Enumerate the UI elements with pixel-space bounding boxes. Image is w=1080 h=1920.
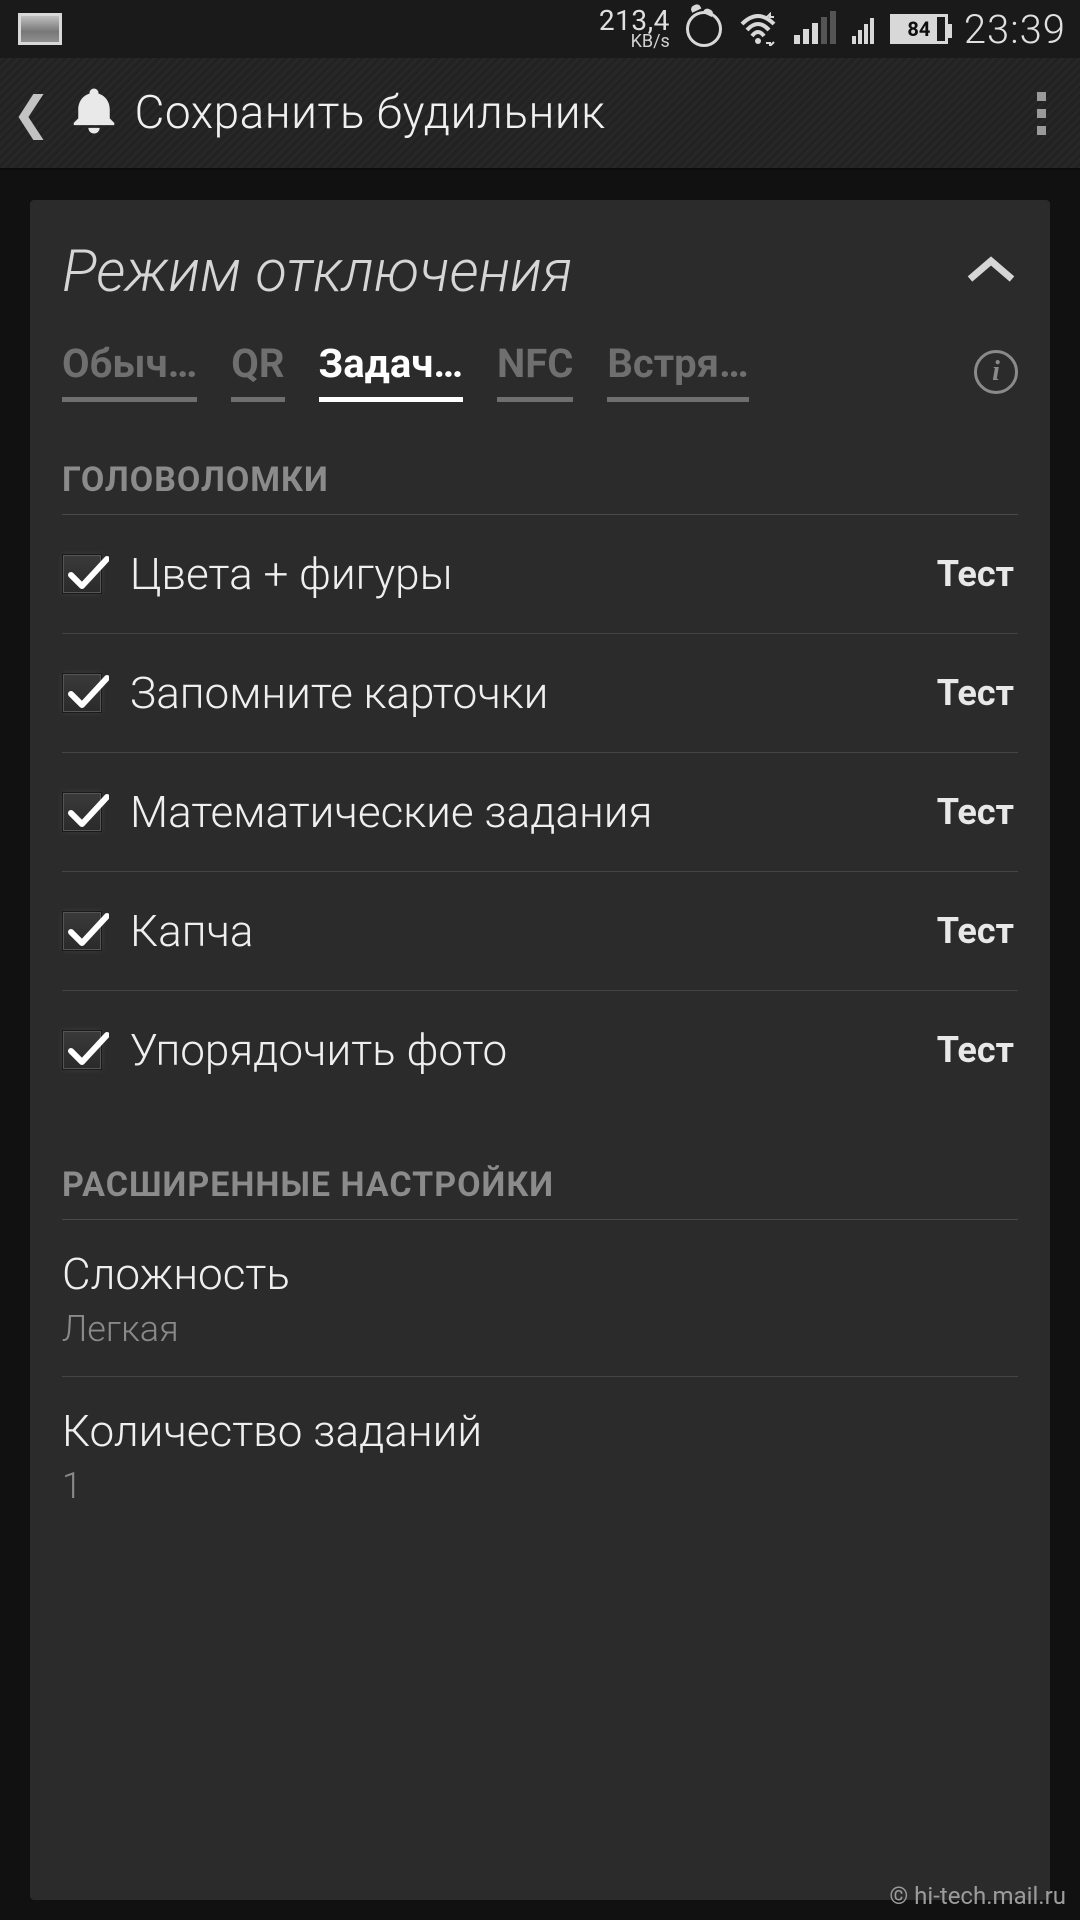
wifi-sync-icon [738, 12, 778, 46]
tab-nfc[interactable]: NFC [497, 340, 573, 402]
info-icon[interactable]: i [974, 350, 1018, 394]
chevron-up-icon [964, 253, 1018, 291]
tab-normal[interactable]: Обыч… [62, 340, 197, 402]
cell-signal-2-icon [852, 14, 874, 44]
battery-percent: 84 [907, 17, 930, 41]
checkbox-icon[interactable] [62, 1030, 102, 1070]
alarm-bell-icon [67, 84, 121, 142]
page-title: Сохранить будильник [135, 86, 606, 140]
group-label-advanced: РАСШИРЕННЫЕ НАСТРОЙКИ [62, 1165, 1018, 1220]
tabs-row: Обыч… QR Задач… NFC Встря… i [62, 340, 1018, 404]
status-bar: 213,4 KB/s 84 23:39 [0, 0, 1080, 58]
puzzle-row-captcha[interactable]: Капча Тест [62, 872, 1018, 991]
gallery-notification-icon [18, 13, 62, 45]
checkbox-icon[interactable] [62, 792, 102, 832]
puzzle-row-math[interactable]: Математические задания Тест [62, 753, 1018, 872]
checkbox-icon[interactable] [62, 911, 102, 951]
test-button[interactable]: Тест [933, 902, 1018, 960]
test-button[interactable]: Тест [933, 783, 1018, 841]
network-speed-indicator: 213,4 KB/s [599, 7, 670, 51]
section-header[interactable]: Режим отключения [62, 224, 1018, 340]
checkbox-icon[interactable] [62, 554, 102, 594]
watermark: © hi-tech.mail.ru [889, 1882, 1066, 1910]
dismiss-mode-card: Режим отключения Обыч… QR Задач… NFC Вст… [30, 200, 1050, 1900]
setting-label: Сложность [62, 1248, 1018, 1300]
setting-task-count[interactable]: Количество заданий 1 [62, 1377, 1018, 1533]
content-area: Режим отключения Обыч… QR Задач… NFC Вст… [0, 170, 1080, 1900]
checkbox-icon[interactable] [62, 673, 102, 713]
overflow-menu-button[interactable] [1027, 82, 1056, 145]
tab-qr[interactable]: QR [231, 340, 284, 402]
group-label-puzzles: ГОЛОВОЛОМКИ [62, 460, 1018, 515]
test-button[interactable]: Тест [933, 545, 1018, 603]
puzzle-row-sort-photo[interactable]: Упорядочить фото Тест [62, 991, 1018, 1109]
action-bar: ❮ Сохранить будильник [0, 58, 1080, 170]
setting-difficulty[interactable]: Сложность Легкая [62, 1220, 1018, 1377]
status-clock: 23:39 [964, 6, 1066, 53]
puzzle-row-colors-shapes[interactable]: Цвета + фигуры Тест [62, 515, 1018, 634]
back-button[interactable]: ❮ [10, 86, 53, 141]
tab-tasks[interactable]: Задач… [319, 340, 464, 402]
puzzle-label: Цвета + фигуры [130, 548, 905, 600]
puzzle-label: Запомните карточки [130, 667, 905, 719]
setting-value: 1 [62, 1465, 1018, 1507]
setting-value: Легкая [62, 1308, 1018, 1350]
alarm-set-icon [686, 11, 722, 47]
cell-signal-icon [794, 14, 836, 44]
test-button[interactable]: Тест [933, 1021, 1018, 1079]
setting-label: Количество заданий [62, 1405, 1018, 1457]
puzzle-label: Математические задания [130, 786, 905, 838]
puzzle-label: Упорядочить фото [130, 1024, 905, 1076]
puzzle-row-memorize-cards[interactable]: Запомните карточки Тест [62, 634, 1018, 753]
test-button[interactable]: Тест [933, 664, 1018, 722]
section-title: Режим отключения [62, 238, 572, 306]
puzzle-label: Капча [130, 905, 905, 957]
battery-icon: 84 [890, 14, 948, 44]
tab-shake[interactable]: Встря… [607, 340, 748, 402]
